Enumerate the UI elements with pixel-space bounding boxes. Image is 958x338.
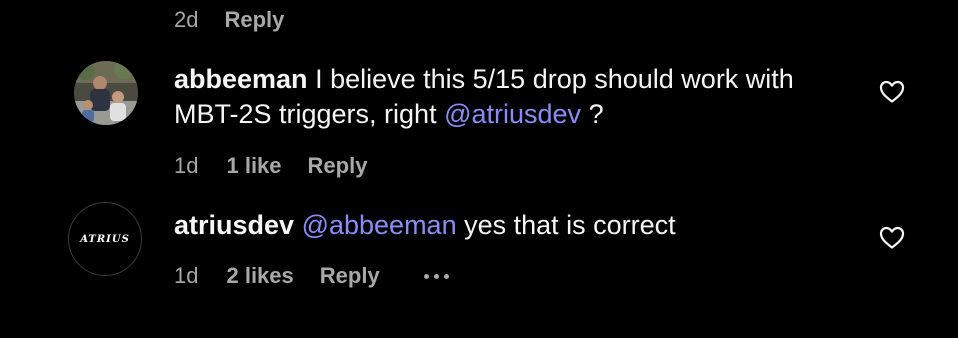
comment-meta: 1d 2 likes Reply (174, 263, 449, 289)
avatar-logo-text: ATRIUS (80, 233, 130, 245)
comment-timestamp: 2d (174, 7, 199, 32)
dot (433, 273, 439, 279)
comment-timestamp: 1d (174, 153, 199, 178)
profile-photo-icon (74, 61, 138, 125)
previous-comment-meta: 2d Reply (174, 7, 284, 33)
comment-line-2: MBT-2S triggers, right @atriusdev ? (174, 97, 794, 132)
reply-button[interactable]: Reply (224, 7, 284, 33)
comment-line-1: atriusdev @abbeeman yes that is correct (174, 208, 676, 243)
mention-link[interactable]: @abbeeman (302, 210, 457, 240)
more-options-icon[interactable] (423, 265, 449, 287)
comment-meta: 1d 1 like Reply (174, 153, 367, 179)
comment-username[interactable]: abbeeman (174, 64, 308, 94)
like-count[interactable]: 2 likes (226, 263, 293, 289)
mention-link[interactable]: @atriusdev (444, 99, 581, 129)
comment-body: abbeeman I believe this 5/15 drop should… (174, 62, 794, 132)
comment-username[interactable]: atriusdev (174, 210, 294, 240)
avatar[interactable]: ATRIUS (68, 202, 142, 276)
reply-button[interactable]: Reply (320, 263, 380, 289)
comment-text: ? (581, 99, 604, 129)
comment-text: MBT-2S triggers, right (174, 99, 445, 129)
comment-timestamp: 1d (174, 263, 199, 288)
reply-button[interactable]: Reply (308, 153, 368, 179)
comment-text: I believe this 5/15 drop should work wit… (307, 64, 794, 94)
heart-outline-icon[interactable] (879, 80, 905, 104)
comment-line-1: abbeeman I believe this 5/15 drop should… (174, 62, 794, 97)
avatar[interactable] (74, 61, 138, 125)
heart-outline-icon[interactable] (879, 226, 905, 250)
like-count[interactable]: 1 like (226, 153, 281, 179)
dot (423, 273, 429, 279)
comment-body: atriusdev @abbeeman yes that is correct (174, 208, 676, 243)
dot (443, 273, 449, 279)
comment-text: yes that is correct (456, 210, 676, 240)
